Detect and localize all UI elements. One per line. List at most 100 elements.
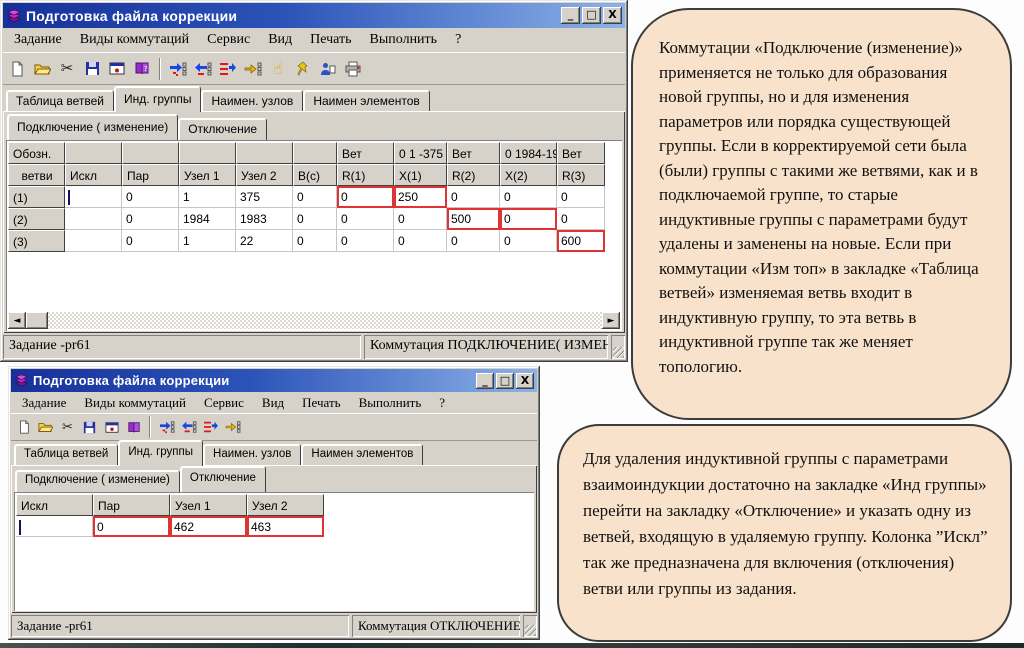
table-cell[interactable]: 1984 [179,208,236,230]
new-file-icon[interactable] [13,417,34,438]
table-cell[interactable]: 0 [394,230,447,252]
scrollbar-thumb[interactable] [26,312,48,329]
tab-naimen-uzlov[interactable]: Наимен. узлов [203,444,301,466]
table-cell[interactable]: 463 [247,516,324,537]
menu-vidy-kommutaciy[interactable]: Виды коммутаций [71,30,198,50]
table-cell[interactable]: 0 [337,230,394,252]
table-cell[interactable]: 375 [236,186,293,208]
point-hand-icon[interactable] [241,57,265,81]
table-cell[interactable]: 0 [122,230,179,252]
table-cell[interactable]: 250 [394,186,447,208]
table-cell[interactable]: 0 [122,208,179,230]
menu-help[interactable]: ? [430,393,454,413]
table-cell[interactable]: 0 [394,208,447,230]
table-cell[interactable]: 500 [447,208,500,230]
help-book-icon[interactable] [123,417,144,438]
table-cell[interactable]: 0 [293,186,337,208]
point-hand-icon[interactable] [222,417,243,438]
delete-row-icon[interactable] [178,417,199,438]
pin-icon[interactable] [291,57,315,81]
col-header: Узел 2 [247,494,324,516]
cut-icon[interactable]: ✂ [57,417,78,438]
table-cell[interactable]: 600 [557,230,605,252]
minimize-button[interactable]: _ [476,373,494,389]
subtab-otkluchenie[interactable]: Отключение [180,466,266,492]
menu-servis[interactable]: Сервис [195,393,253,413]
title-bar[interactable]: Подготовка файла коррекции _ □ X [11,369,537,392]
table-cell[interactable] [65,230,122,252]
table-cell[interactable]: 0 [122,186,179,208]
table-cell[interactable]: 0 [447,230,500,252]
table-cell[interactable]: 1 [179,186,236,208]
insert-row-icon[interactable] [166,57,190,81]
table-cell[interactable]: 0 [500,208,557,230]
open-folder-icon[interactable] [35,417,56,438]
save-icon[interactable] [80,57,104,81]
tab-tablica-vetvey[interactable]: Таблица ветвей [14,444,118,466]
edit-row-icon[interactable] [200,417,221,438]
menu-vypolnit[interactable]: Выполнить [361,30,447,50]
table-cell[interactable]: 22 [236,230,293,252]
save-window-icon[interactable] [101,417,122,438]
tab-naimen-elementov[interactable]: Наимен элементов [303,90,429,112]
user-doc-icon[interactable] [316,57,340,81]
table-cell[interactable]: 1 [179,230,236,252]
table-cell[interactable]: 0 [557,186,605,208]
table-cell[interactable] [65,186,122,208]
help-book-icon[interactable]: ? [130,57,154,81]
tab-tablica-vetvey[interactable]: Таблица ветвей [6,90,114,112]
close-button[interactable]: X [516,373,534,389]
tab-naimen-uzlov[interactable]: Наимен. узлов [201,90,303,112]
minimize-button[interactable]: _ [561,7,580,24]
menu-servis[interactable]: Сервис [198,30,259,50]
table-cell[interactable]: 0 [557,208,605,230]
maximize-button[interactable]: □ [582,7,601,24]
close-button[interactable]: X [603,7,622,24]
save-window-icon[interactable] [105,57,129,81]
scroll-right-icon[interactable]: ► [602,312,620,329]
table-cell[interactable]: 0 [293,208,337,230]
menu-pechat[interactable]: Печать [301,30,360,50]
table-cell[interactable]: 0 [93,516,170,537]
table-cell[interactable]: 0 [337,186,394,208]
resize-grip[interactable] [611,335,625,359]
menu-zadanie[interactable]: Задание [5,30,71,50]
menu-pechat[interactable]: Печать [293,393,349,413]
confirm-hand-icon[interactable]: ☝ [266,57,290,81]
table-cell[interactable] [16,516,93,537]
subtab-podkluchenie[interactable]: Подключение ( изменение) [15,470,180,492]
maximize-button[interactable]: □ [496,373,514,389]
scroll-left-icon[interactable]: ◄ [8,312,26,329]
scrollbar-track[interactable] [48,312,602,329]
subtab-podkluchenie[interactable]: Подключение ( изменение) [7,114,178,140]
table-cell[interactable]: 0 [447,186,500,208]
insert-row-icon[interactable] [156,417,177,438]
cut-icon[interactable]: ✂ [55,57,79,81]
table-cell[interactable]: 0 [500,186,557,208]
table-cell[interactable]: 0 [337,208,394,230]
tab-ind-gruppy[interactable]: Инд. группы [114,86,201,112]
subtab-otkluchenie[interactable]: Отключение [178,118,267,140]
edit-row-icon[interactable] [216,57,240,81]
tab-ind-gruppy[interactable]: Инд. группы [118,440,203,466]
menu-zadanie[interactable]: Задание [13,393,75,413]
tab-naimen-elementov[interactable]: Наимен элементов [301,444,423,466]
save-icon[interactable] [79,417,100,438]
table-cell[interactable]: 0 [293,230,337,252]
menu-vid[interactable]: Вид [259,30,301,50]
menu-vypolnit[interactable]: Выполнить [350,393,431,413]
new-file-icon[interactable] [5,57,29,81]
open-folder-icon[interactable] [30,57,54,81]
horizontal-scrollbar[interactable]: ◄ ► [8,312,620,329]
resize-grip[interactable] [523,615,537,637]
title-bar[interactable]: Подготовка файла коррекции _ □ X [3,3,625,28]
menu-vid[interactable]: Вид [253,393,293,413]
table-cell[interactable]: 0 [500,230,557,252]
table-cell[interactable]: 1983 [236,208,293,230]
table-cell[interactable]: 462 [170,516,247,537]
delete-row-icon[interactable] [191,57,215,81]
print-icon[interactable] [341,57,365,81]
menu-vidy-kommutaciy[interactable]: Виды коммутаций [75,393,195,413]
table-cell[interactable] [65,208,122,230]
menu-help[interactable]: ? [446,30,470,50]
